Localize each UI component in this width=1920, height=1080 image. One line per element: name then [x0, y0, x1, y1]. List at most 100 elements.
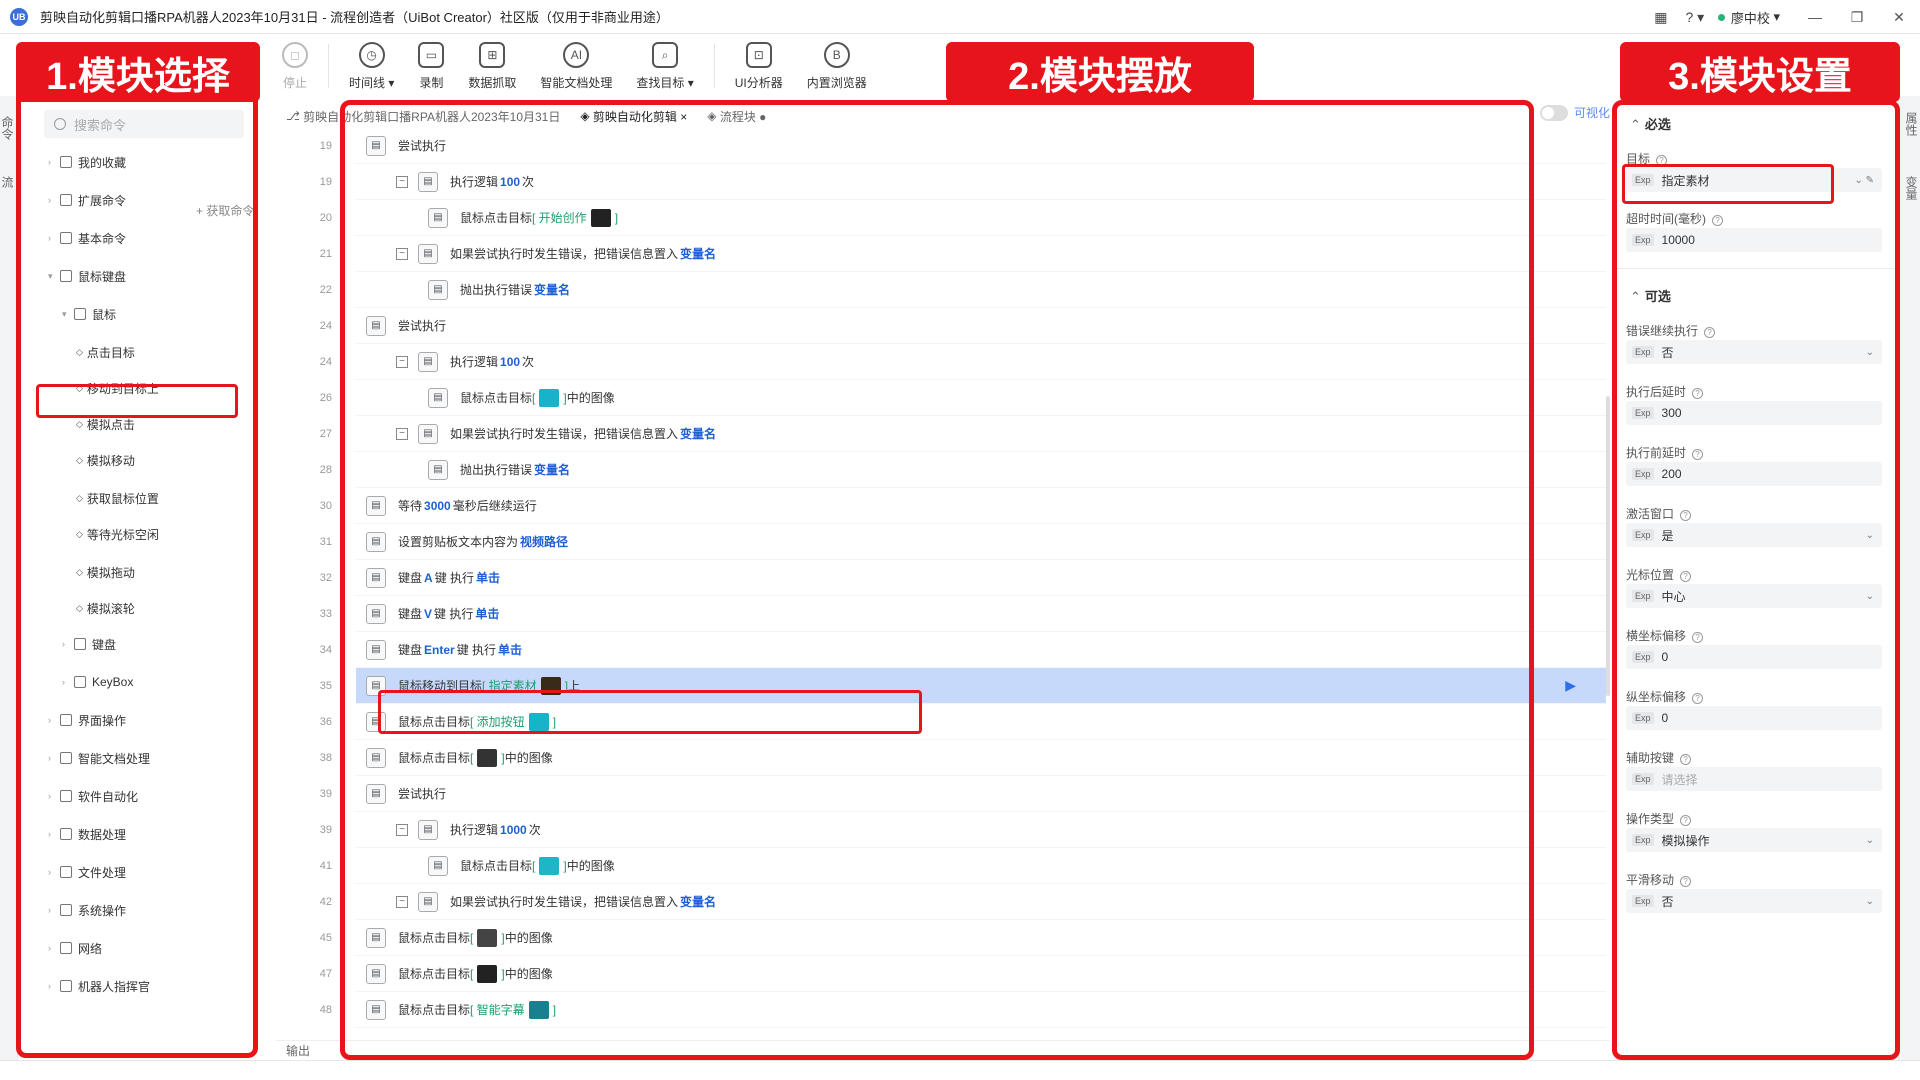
property-input[interactable]: Exp 否 ⌄ [1626, 340, 1882, 364]
toggle-switch[interactable] [1539, 104, 1568, 121]
minimize-button[interactable]: — [1794, 9, 1836, 25]
expression-badge[interactable]: Exp [1632, 651, 1654, 663]
command-token[interactable]: ] [553, 1003, 556, 1017]
close-button[interactable]: ✕ [1878, 9, 1920, 26]
command-row[interactable]: − ▤ 执行逻辑 1000 次 [356, 812, 1606, 848]
expression-badge[interactable]: Exp [1632, 895, 1654, 907]
tree-item[interactable]: › 文件处理 [48, 862, 126, 882]
help-icon[interactable]: ? ▾ [1678, 9, 1712, 26]
help-circle-icon[interactable]: ? [1680, 815, 1692, 826]
command-token[interactable]: [ 智能字幕 [470, 1001, 525, 1018]
collapse-icon[interactable]: − [396, 427, 408, 440]
property-input[interactable]: Exp 否 ⌄ [1626, 889, 1882, 913]
command-row[interactable]: ▤ 鼠标点击目标 [ 开始创作 ] [356, 200, 1606, 236]
command-token[interactable]: [ [532, 391, 535, 405]
help-circle-icon[interactable]: ? [1692, 449, 1704, 460]
tree-item[interactable]: › 键盘 [62, 634, 116, 654]
command-token[interactable]: [ [532, 859, 535, 873]
chevron-down-icon[interactable]: ⌄ [1866, 347, 1874, 358]
command-row[interactable]: ▤ 鼠标移动到目标 [ 指定素材 ] 上 ▶ [356, 668, 1606, 704]
help-circle-icon[interactable]: ? [1692, 388, 1704, 399]
get-command-button[interactable]: + 获取命令 [196, 202, 254, 219]
help-circle-icon[interactable]: ? [1712, 215, 1723, 226]
collapse-icon[interactable]: − [396, 175, 408, 188]
command-token[interactable]: ] [615, 211, 618, 225]
expression-badge[interactable]: Exp [1632, 712, 1654, 724]
command-token[interactable]: [ [470, 967, 473, 981]
command-token[interactable]: 变量名 [680, 245, 716, 262]
tree-item[interactable]: › 基本命令 [48, 228, 126, 248]
tree-item[interactable]: › 我的收藏 [48, 152, 126, 172]
editor-scrollbar[interactable] [1606, 396, 1610, 696]
property-input[interactable]: Exp 模拟操作 ⌄ [1626, 828, 1882, 852]
chevron-up-icon[interactable]: ⌃ [1630, 289, 1641, 304]
command-token[interactable]: [ [470, 931, 473, 945]
help-circle-icon[interactable]: ? [1692, 632, 1704, 643]
target-thumbnail[interactable] [528, 1000, 549, 1019]
target-thumbnail[interactable] [477, 748, 498, 767]
command-token[interactable]: Enter [424, 643, 455, 657]
output-panel-tab[interactable]: 输出 [276, 1040, 1610, 1060]
command-token[interactable]: V [424, 607, 432, 621]
tab-jianying[interactable]: ◈ 剪映自动化剪辑 × [570, 104, 697, 128]
toolbar-item-0[interactable]: ◻ 停止 [270, 34, 320, 91]
run-row-icon[interactable]: ▶ [1565, 677, 1576, 694]
tree-item[interactable]: ◇ 移动到目标上 [76, 378, 159, 398]
toolbar-item-4[interactable]: AI 智能文档处理 [528, 34, 624, 91]
tree-item[interactable]: › 机器人指挥官 [48, 976, 150, 996]
visual-toggle[interactable]: 可视化 [1539, 104, 1610, 121]
command-token[interactable]: 3000 [424, 499, 451, 513]
property-input[interactable]: Exp 请选择 [1626, 767, 1882, 791]
chevron-right-icon[interactable]: › [48, 981, 60, 991]
command-row[interactable]: ▤ 抛出执行错误 变量名 [356, 272, 1606, 308]
variables-side-tab[interactable]: 变量 [1903, 176, 1920, 200]
user-menu[interactable]: 廖中校 ▾ [1717, 8, 1780, 27]
command-row[interactable]: − ▤ 如果尝试执行时发生错误，把错误信息置入 变量名 [356, 884, 1606, 920]
command-row[interactable]: ▤ 抛出执行错误 变量名 [356, 452, 1606, 488]
tree-item[interactable]: › 智能文档处理 [48, 748, 150, 768]
toolbar-item-3[interactable]: ⊞ 数据抓取 [456, 34, 528, 91]
chevron-right-icon[interactable]: › [48, 943, 60, 953]
command-token[interactable]: 单击 [498, 641, 522, 658]
command-row[interactable]: ▤ 鼠标点击目标 [ ] 中的图像 [356, 740, 1606, 776]
command-row[interactable]: ▤ 尝试执行 [356, 308, 1606, 344]
target-thumbnail[interactable] [539, 388, 560, 407]
property-input[interactable]: Exp 指定素材 ⌄ ✎ [1626, 168, 1882, 192]
command-token[interactable]: ] [553, 715, 556, 729]
properties-side-tab[interactable]: 属性 [1903, 112, 1920, 136]
property-input[interactable]: Exp 0 [1626, 706, 1882, 730]
chevron-right-icon[interactable]: › [48, 791, 60, 801]
command-token[interactable]: [ [470, 751, 473, 765]
tree-item[interactable]: › 网络 [48, 938, 102, 958]
collapse-icon[interactable]: − [396, 823, 408, 836]
tree-item[interactable]: › 软件自动化 [48, 786, 138, 806]
target-thumbnail[interactable] [590, 208, 611, 227]
target-thumbnail[interactable] [477, 928, 498, 947]
command-token[interactable]: 100 [500, 175, 520, 189]
toolbar-item-6[interactable]: ⊡ UI分析器 [723, 34, 795, 91]
command-token[interactable]: 变量名 [534, 461, 570, 478]
command-token[interactable]: [ 添加按钮 [470, 713, 525, 730]
tree-item[interactable]: › 数据处理 [48, 824, 126, 844]
flow-side-tab[interactable]: 流 [0, 176, 16, 188]
chevron-right-icon[interactable]: › [48, 905, 60, 915]
command-search-input[interactable]: 搜索命令 [44, 110, 244, 138]
target-thumbnail[interactable] [539, 856, 560, 875]
tree-item[interactable]: ▾ 鼠标 [62, 304, 116, 324]
expression-badge[interactable]: Exp [1632, 590, 1654, 602]
command-token[interactable]: 视频路径 [520, 533, 568, 550]
required-section-header[interactable]: ⌃ 必选 [1630, 114, 1671, 133]
chevron-down-icon[interactable]: ⌄ [1866, 896, 1874, 907]
expression-badge[interactable]: Exp [1632, 773, 1654, 785]
help-circle-icon[interactable]: ? [1680, 510, 1692, 521]
expression-badge[interactable]: Exp [1632, 529, 1654, 541]
property-input[interactable]: Exp 中心 ⌄ [1626, 584, 1882, 608]
optional-section-header[interactable]: ⌃ 可选 [1630, 286, 1671, 305]
tree-item[interactable]: ◇ 模拟点击 [76, 414, 135, 434]
command-row[interactable]: ▤ 等待 3000 毫秒后继续运行 [356, 488, 1606, 524]
chevron-down-icon[interactable]: ⌄ [1866, 591, 1874, 602]
tree-item[interactable]: › 扩展命令 [48, 190, 126, 210]
expression-badge[interactable]: Exp [1632, 234, 1654, 246]
chevron-down-icon[interactable]: ⌄ [1866, 530, 1874, 541]
tree-item[interactable]: › 系统操作 [48, 900, 126, 920]
